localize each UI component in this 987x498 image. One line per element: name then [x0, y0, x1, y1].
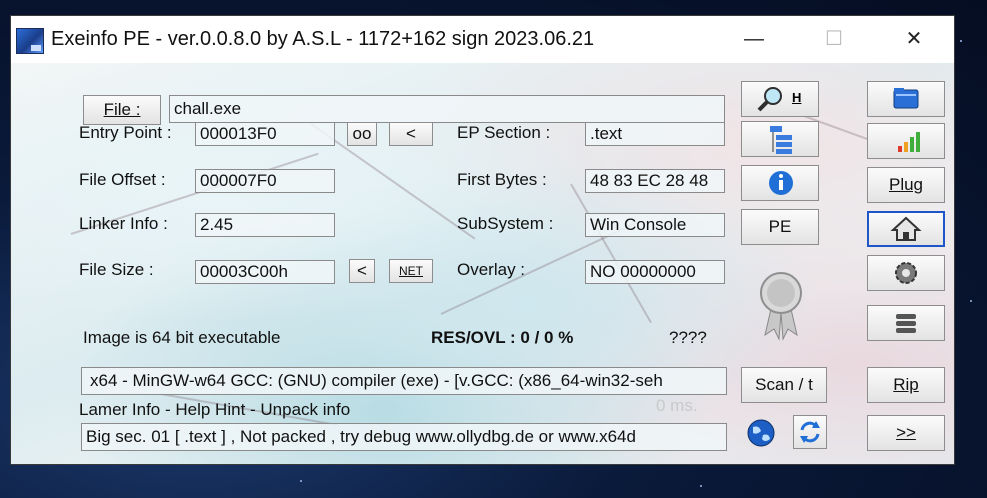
menu-button[interactable] [867, 305, 945, 341]
ep-section-field[interactable]: .text [585, 122, 725, 146]
close-button[interactable]: ✕ [891, 16, 937, 63]
hint-field[interactable]: Big sec. 01 [ .text ] , Not packed , try… [81, 423, 727, 451]
stack-menu-icon [896, 314, 916, 333]
ep-section-label: EP Section : [457, 123, 551, 142]
certificate-medal-icon [760, 272, 802, 341]
entry-point-label: Entry Point : [79, 123, 172, 142]
hex-search-button[interactable]: H [741, 81, 819, 117]
stats-button[interactable] [867, 123, 945, 159]
unknown-status: ???? [669, 328, 707, 347]
desktop-background [960, 40, 962, 42]
magnifier-icon [757, 87, 782, 112]
rip-button-label: Rip [893, 375, 919, 394]
first-bytes-field[interactable]: 48 83 EC 28 48 [585, 169, 725, 193]
size-back-button[interactable]: < [349, 259, 375, 283]
exeinfo-window: Exeinfo PE - ver.0.0.8.0 by A.S.L - 1172… [10, 15, 955, 465]
desktop-background [970, 300, 972, 302]
linker-info-label: Linker Info : [79, 214, 168, 233]
file-path-field[interactable]: chall.exe [169, 95, 725, 123]
globe-icon[interactable] [745, 417, 777, 449]
file-size-label: File Size : [79, 260, 154, 279]
scan-button[interactable]: Scan / t [741, 367, 827, 403]
sections-button[interactable] [741, 121, 819, 157]
image-bits-status: Image is 64 bit executable [83, 328, 281, 347]
pe-button[interactable]: PE [741, 209, 819, 245]
plugins-button-label: Plug [888, 175, 924, 194]
rip-button[interactable]: Rip [867, 367, 945, 403]
refresh-button[interactable] [793, 415, 827, 449]
linker-info-field[interactable]: 2.45 [195, 213, 335, 237]
plugins-button[interactable]: Plug [867, 167, 945, 203]
overlay-field[interactable]: NO 00000000 [585, 260, 725, 284]
file-offset-field[interactable]: 000007F0 [195, 169, 335, 193]
home-icon [890, 216, 922, 241]
signal-bars-icon [898, 132, 920, 152]
file-offset-label: File Offset : [79, 170, 166, 189]
net-button[interactable]: NET [389, 259, 433, 283]
next-button-label: >> [896, 423, 916, 442]
file-size-field[interactable]: 00003C00h [195, 260, 335, 284]
title-bar[interactable]: Exeinfo PE - ver.0.0.8.0 by A.S.L - 1172… [11, 16, 954, 63]
desktop-background [700, 485, 702, 487]
app-icon [16, 28, 44, 54]
info-button[interactable] [741, 165, 819, 201]
overlay-label: Overlay : [457, 260, 526, 279]
scan-time: 0 ms. [656, 396, 698, 415]
section-tree-icon [770, 126, 792, 154]
open-folder-button[interactable] [867, 81, 945, 117]
desktop-background [300, 480, 302, 482]
home-button[interactable] [867, 211, 945, 247]
refresh-icon [800, 421, 820, 443]
compiler-detect-field[interactable]: x64 - MinGW-w64 GCC: (GNU) compiler (exe… [81, 367, 727, 395]
entry-point-field[interactable]: 000013F0 [195, 122, 335, 146]
first-bytes-label: First Bytes : [457, 170, 547, 189]
background-vein [570, 183, 652, 324]
gear-icon [895, 262, 917, 284]
main-panel: File : chall.exe Entry Point : 000013F0 … [11, 63, 954, 464]
window-title: Exeinfo PE - ver.0.0.8.0 by A.S.L - 1172… [51, 28, 595, 50]
next-button[interactable]: >> [867, 415, 945, 451]
ep-back-button[interactable]: < [389, 122, 433, 146]
minimize-button[interactable]: — [731, 16, 777, 63]
folder-icon [893, 88, 919, 109]
file-button-label: File : [103, 100, 141, 119]
maximize-button[interactable]: ☐ [811, 16, 857, 63]
hex-label: H [792, 90, 802, 105]
hint-header: Lamer Info - Help Hint - Unpack info [79, 400, 351, 419]
settings-button[interactable] [867, 255, 945, 291]
info-icon [769, 171, 793, 195]
net-button-label: NET [399, 264, 423, 278]
subsystem-field[interactable]: Win Console [585, 213, 725, 237]
oo-button[interactable]: oo [347, 122, 377, 146]
res-ovl-status: RES/OVL : 0 / 0 % [431, 328, 574, 347]
file-open-button[interactable]: File : [83, 95, 161, 125]
subsystem-label: SubSystem : [457, 214, 554, 233]
